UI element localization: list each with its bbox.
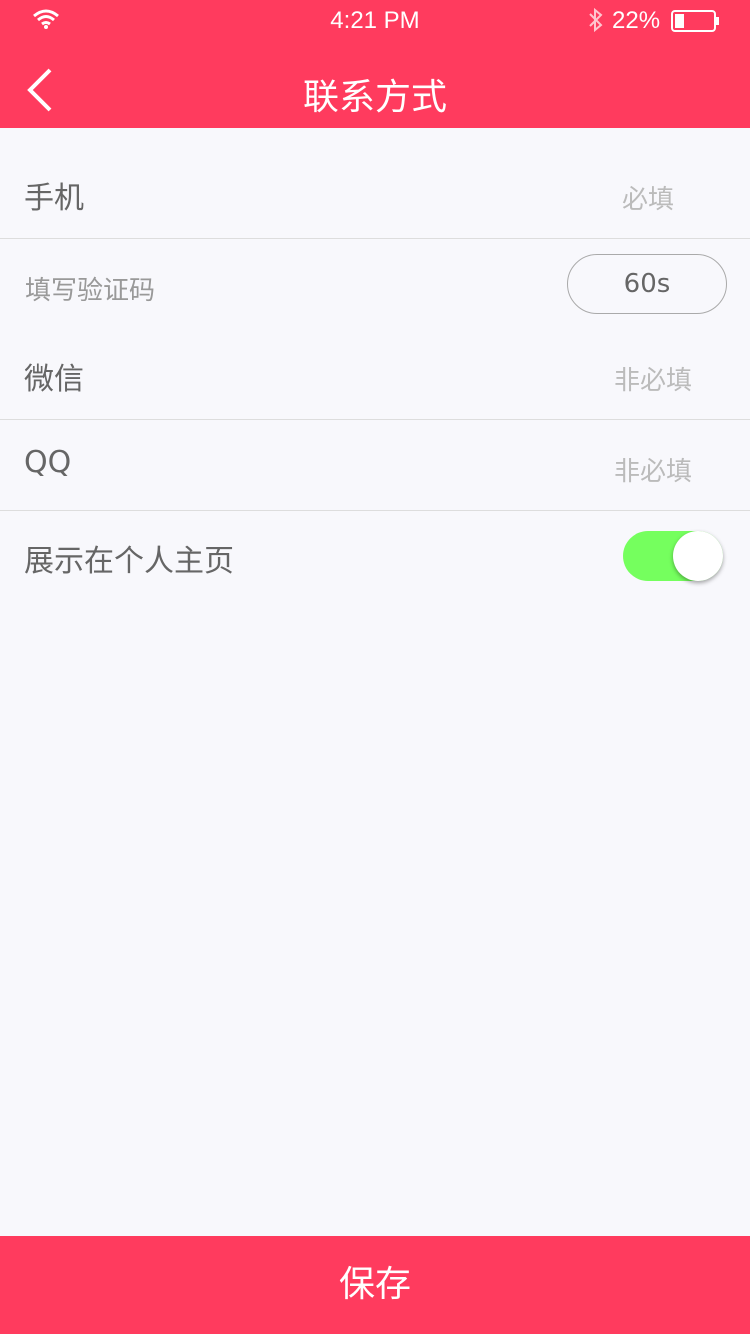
verification-code-row[interactable]: 填写验证码 60s xyxy=(0,239,750,330)
toggle-knob xyxy=(673,531,723,581)
status-bar: 4:21 PM 22% xyxy=(0,0,750,40)
qq-row[interactable]: QQ 非必填 xyxy=(0,420,750,511)
verification-code-input[interactable]: 填写验证码 xyxy=(25,270,155,307)
qq-input[interactable]: 非必填 xyxy=(614,451,692,488)
resend-countdown-button[interactable]: 60s xyxy=(567,254,727,314)
battery-icon xyxy=(671,10,719,32)
bluetooth-icon xyxy=(589,7,603,33)
phone-row[interactable]: 手机 必填 xyxy=(0,148,750,239)
battery-percentage: 22% xyxy=(612,7,661,34)
save-button[interactable]: 保存 xyxy=(0,1236,750,1334)
nav-bar: 联系方式 xyxy=(0,40,750,128)
wechat-row[interactable]: 微信 非必填 xyxy=(0,329,750,420)
qq-label: QQ xyxy=(24,445,72,480)
phone-label: 手机 xyxy=(24,181,84,216)
show-profile-row: 展示在个人主页 xyxy=(0,511,750,601)
wechat-label: 微信 xyxy=(24,362,84,397)
page-title: 联系方式 xyxy=(302,77,447,118)
phone-input[interactable]: 必填 xyxy=(622,179,674,216)
show-profile-toggle[interactable] xyxy=(623,531,723,581)
wechat-input[interactable]: 非必填 xyxy=(614,360,692,397)
show-profile-label: 展示在个人主页 xyxy=(24,544,234,579)
